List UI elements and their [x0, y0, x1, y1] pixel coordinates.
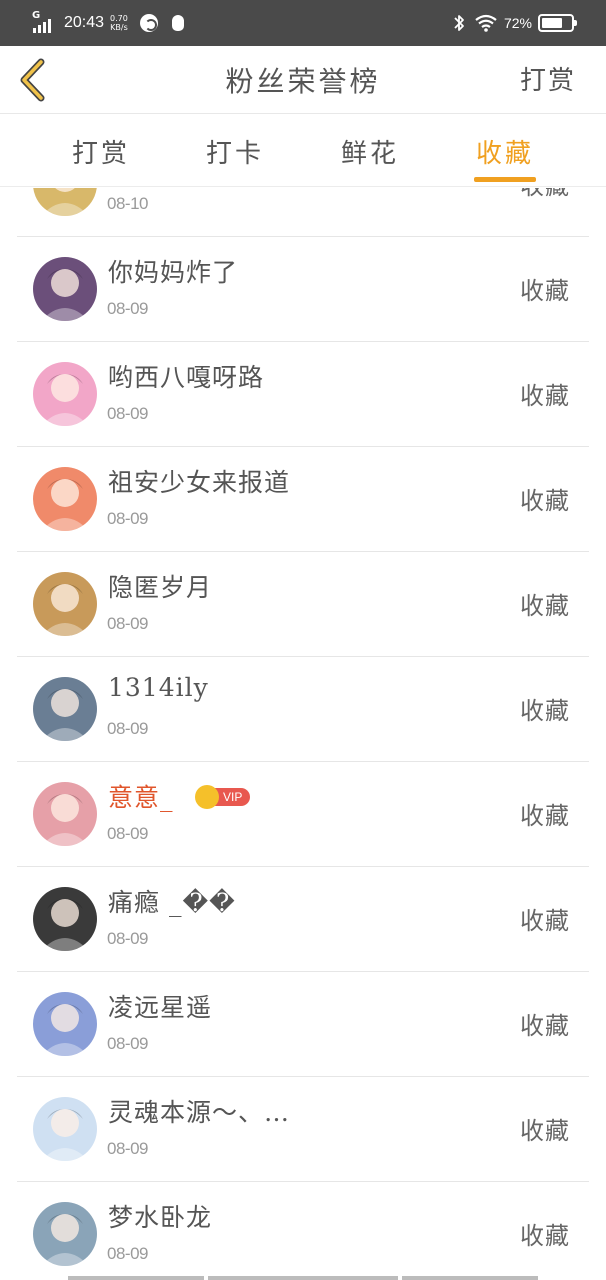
fan-name: 凌远星遥 [108, 993, 213, 1022]
fan-date: 08-09 [107, 509, 148, 528]
status-left: G 20:43 0.70 KB/s [32, 0, 186, 46]
scroll-indicator [68, 1276, 204, 1280]
battery-percent: 72% [503, 15, 532, 31]
fan-date: 08-09 [107, 1139, 148, 1158]
avatar[interactable] [33, 992, 97, 1056]
wifi-icon [475, 14, 497, 32]
tab-reward[interactable]: 打赏 [72, 133, 130, 170]
fan-date: 08-09 [107, 824, 148, 843]
fan-list-item[interactable]: 你妈妈炸了 08-09 收藏 [17, 237, 589, 342]
avatar[interactable] [33, 188, 97, 216]
scroll-indicator [402, 1276, 538, 1280]
status-time: 20:43 [64, 14, 105, 31]
fan-name: 痛瘾 _�� [108, 888, 236, 917]
fan-list-item[interactable]: 隐匿岁月 08-09 收藏 [17, 552, 589, 657]
avatar[interactable] [33, 1202, 97, 1266]
fan-action-label: 收藏 [520, 802, 570, 830]
speed-value: 0.70 [110, 14, 128, 23]
battery-icon [538, 14, 577, 32]
avatar[interactable] [33, 887, 97, 951]
speed-unit: KB/s [110, 23, 128, 32]
fan-date: 08-09 [107, 929, 148, 948]
tab-checkin[interactable]: 打卡 [206, 133, 264, 170]
fan-action-label: 收藏 [520, 697, 570, 725]
vip-badge: VIP [195, 785, 251, 809]
fan-action-label: 收藏 [520, 1012, 570, 1040]
fan-list-item[interactable]: 痛瘾 _�� 08-09 收藏 [17, 867, 589, 972]
fan-name: 隐匿岁月 [108, 573, 213, 602]
status-right: 72% [452, 0, 577, 46]
fan-date: 08-10 [107, 194, 148, 213]
fan-date: 08-09 [107, 404, 148, 423]
fan-date: 08-09 [107, 1244, 148, 1263]
fan-list-item[interactable]: 祖安少女来报道 08-09 收藏 [17, 447, 589, 552]
qq-penguin-icon [170, 14, 186, 32]
status-bar: G 20:43 0.70 KB/s 72% [0, 0, 606, 46]
tab-bar: 打赏 打卡 鲜花 收藏 [0, 115, 606, 187]
fan-name: 哟西八嘎呀路 [108, 363, 265, 392]
reward-button[interactable]: 打赏 [520, 60, 576, 97]
fan-name: 灵魂本源～、… [108, 1098, 291, 1127]
crown-icon [195, 785, 219, 809]
signal-icon: G [32, 11, 58, 35]
avatar[interactable] [33, 572, 97, 636]
tab-flowers[interactable]: 鲜花 [341, 133, 399, 170]
scroll-indicator [208, 1276, 398, 1280]
avatar[interactable] [33, 362, 97, 426]
avatar[interactable] [33, 677, 97, 741]
fan-action-label: 收藏 [520, 188, 570, 201]
fan-action-label: 收藏 [520, 1222, 570, 1250]
fan-date: 08-09 [107, 614, 148, 633]
fan-list-item[interactable]: 哟西八嘎呀路 08-09 收藏 [17, 342, 589, 447]
fan-action-label: 收藏 [520, 277, 570, 305]
fan-name: 意意_ [108, 783, 174, 812]
fan-action-label: 收藏 [520, 592, 570, 620]
avatar[interactable] [33, 467, 97, 531]
fan-date: 08-09 [107, 719, 148, 738]
fan-name: 1314ily [108, 673, 209, 702]
fan-list-item[interactable]: 意意_ VIP 08-09 收藏 [17, 762, 589, 867]
fan-name: 你妈妈炸了 [108, 258, 239, 287]
bluetooth-icon [454, 15, 464, 31]
fan-action-label: 收藏 [520, 907, 570, 935]
fan-name: 祖安少女来报道 [108, 468, 291, 497]
tab-favorites[interactable]: 收藏 [476, 133, 534, 170]
fan-list-item[interactable]: 凌远星遥 08-09 收藏 [17, 972, 589, 1077]
fan-date: 08-09 [107, 299, 148, 318]
fan-list-item[interactable]: 灵魂本源～、… 08-09 收藏 [17, 1077, 589, 1182]
active-tab-indicator [474, 177, 536, 182]
page-title: 粉丝荣誉榜 [225, 65, 381, 98]
fan-list-item[interactable]: 梦水卧龙 08-09 收藏 [17, 1182, 589, 1280]
fan-action-label: 收藏 [520, 382, 570, 410]
fan-list-item[interactable]: 1314ily 08-09 收藏 [17, 657, 589, 762]
avatar[interactable] [33, 257, 97, 321]
fan-list-item[interactable]: 08-10 收藏 [17, 188, 589, 237]
fan-action-label: 收藏 [520, 1117, 570, 1145]
app-notification-icon [139, 14, 158, 32]
avatar[interactable] [33, 782, 97, 846]
avatar[interactable] [33, 1097, 97, 1161]
fan-action-label: 收藏 [520, 487, 570, 515]
fan-list[interactable]: 08-10收藏你妈妈炸了08-09收藏哟西八嘎呀路08-09收藏祖安少女来报道0… [0, 188, 606, 1280]
fan-name: 梦水卧龙 [108, 1203, 213, 1232]
network-type: G [32, 10, 41, 21]
fan-date: 08-09 [107, 1034, 148, 1053]
top-app-bar: 粉丝荣誉榜 打赏 [0, 46, 606, 114]
network-speed: 0.70 KB/s [110, 14, 128, 32]
